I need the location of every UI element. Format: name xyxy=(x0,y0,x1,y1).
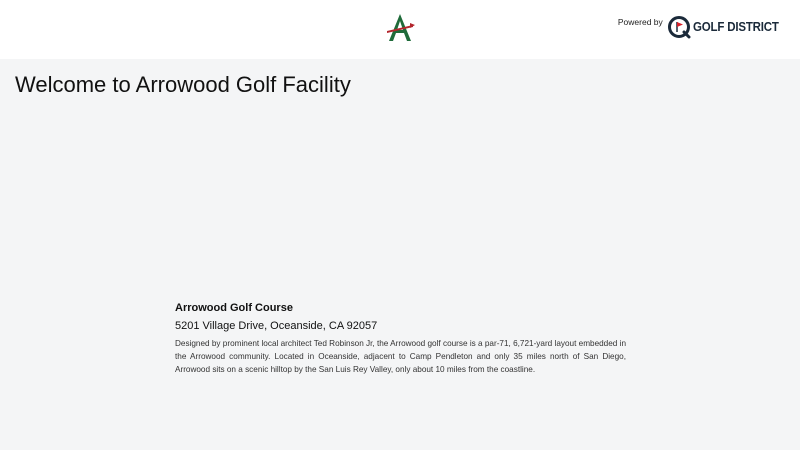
arrowood-logo-icon[interactable] xyxy=(384,13,416,43)
course-description: Designed by prominent local architect Te… xyxy=(175,339,626,374)
course-address: 5201 Village Drive, Oceanside, CA 92057 xyxy=(175,320,378,332)
golf-district-flag-icon xyxy=(667,15,691,39)
golf-district-brand-name: GOLF DISTRICT xyxy=(692,20,779,34)
top-header: Powered by GOLF DISTRICT xyxy=(0,0,800,59)
course-name: Arrowood Golf Course xyxy=(175,302,293,314)
course-info: Arrowood Golf Course 5201 Village Drive,… xyxy=(175,302,626,376)
powered-by-golf-district[interactable]: Powered by GOLF DISTRICT xyxy=(618,15,786,39)
page-title: Welcome to Arrowood Golf Facility xyxy=(15,72,351,97)
powered-by-label: Powered by xyxy=(617,17,663,27)
